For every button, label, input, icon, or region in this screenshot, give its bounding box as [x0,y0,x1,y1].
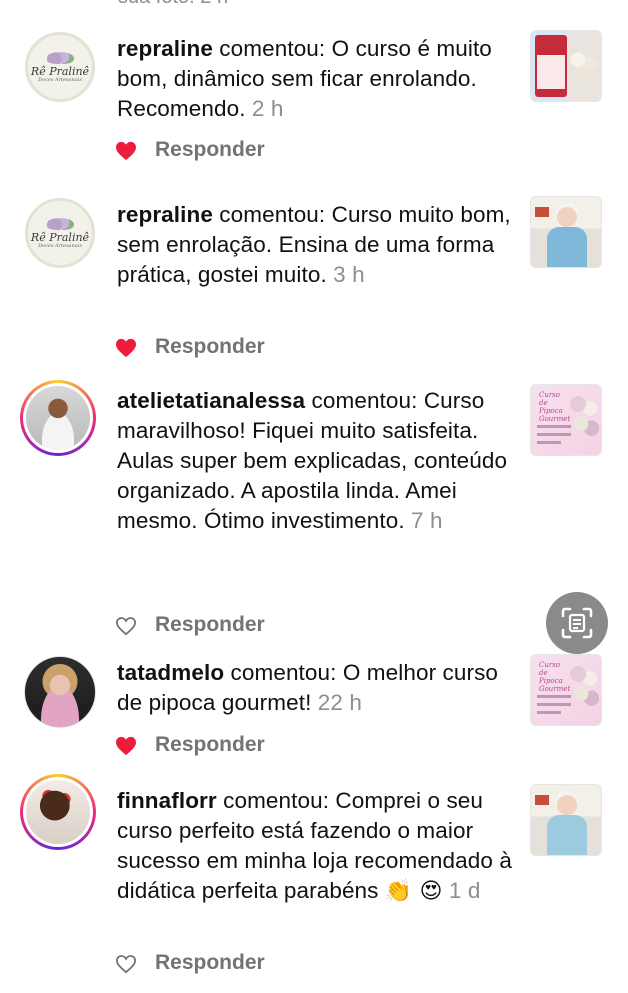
comment-text: atelietatianalessa comentou: Curso marav… [117,388,508,533]
profile-photo [24,656,96,728]
comment-text: finnaflorr comentou: Comprei o seu curso… [117,788,512,904]
comment-time: 7 h [404,508,443,533]
profile-photo [26,780,90,844]
clipped-previous-comment: sua foto. 2 h [118,0,228,9]
comment-time: 2 h [245,96,284,121]
comment-username[interactable]: finnaflorr [117,788,217,813]
scan-icon [561,607,593,639]
comment-time: 3 h [326,262,365,287]
flower-logo-icon [45,217,74,230]
post-thumbnail[interactable] [530,784,602,856]
liked-heart-icon[interactable] [115,338,137,358]
thumbnail-title: Curso de Pipoca Gourmet [539,661,571,693]
logo-title: Rê Pralinê [30,64,90,78]
comment-text: repraline comentou: O curso é muito bom,… [117,36,492,121]
logo-subtitle: Doces Artesanais [38,242,82,249]
comment-username[interactable]: repraline [117,202,213,227]
avatar[interactable] [20,774,96,850]
liked-heart-icon[interactable] [115,736,137,756]
reply-button[interactable]: Responder [155,613,265,637]
scan-button[interactable] [546,592,608,654]
comment-time: 22 h [311,690,362,715]
avatar[interactable] [24,656,96,728]
reply-button[interactable]: Responder [155,335,265,359]
profile-photo [26,386,90,450]
reply-button[interactable]: Responder [155,138,265,162]
avatar[interactable]: Rê Pralinê Doces Artesanais [25,32,95,102]
comment-username[interactable]: tatadmelo [117,660,224,685]
post-thumbnail[interactable]: Curso de Pipoca Gourmet [530,654,602,726]
comment-username[interactable]: repraline [117,36,213,61]
thumbnail-title: Curso de Pipoca Gourmet [539,391,571,423]
heart-outline-icon[interactable] [115,954,137,974]
post-thumbnail[interactable] [530,196,602,268]
comment-text: repraline comentou: Curso muito bom, sem… [117,202,511,287]
logo-title: Rê Pralinê [30,230,90,244]
liked-heart-icon[interactable] [115,141,137,161]
comment-time: 1 d [442,878,481,903]
avatar[interactable]: Rê Pralinê Doces Artesanais [25,198,95,268]
avatar[interactable] [20,380,96,456]
comment-username[interactable]: atelietatianalessa [117,388,305,413]
reply-button[interactable]: Responder [155,733,265,757]
heart-outline-icon[interactable] [115,616,137,636]
comment-text: tatadmelo comentou: O melhor curso de pi… [117,660,499,715]
flower-logo-icon [45,51,74,64]
reply-button[interactable]: Responder [155,951,265,975]
logo-subtitle: Doces Artesanais [38,76,82,83]
emoji-reactions: 👏 😍 [384,879,443,904]
post-thumbnail[interactable] [530,30,602,102]
post-thumbnail[interactable]: Curso de Pipoca Gourmet [530,384,602,456]
